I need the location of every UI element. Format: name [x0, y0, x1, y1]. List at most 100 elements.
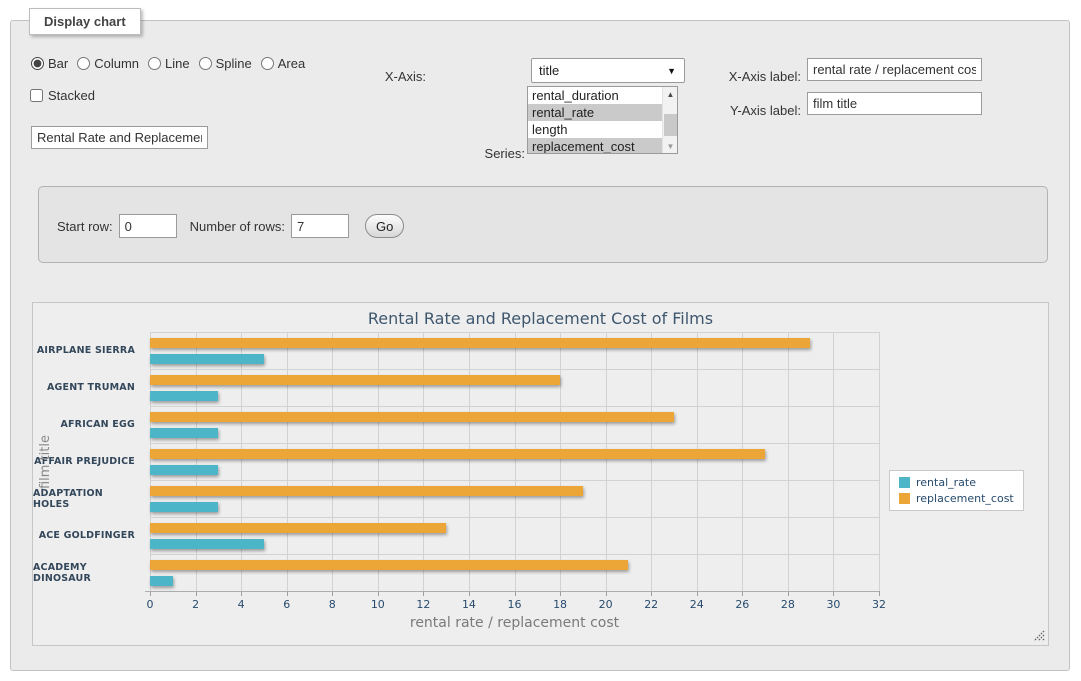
num-rows-label: Number of rows:	[190, 219, 285, 234]
row-range-panel: Start row: Number of rows: Go	[38, 186, 1048, 263]
bar-replacement_cost[interactable]	[150, 375, 560, 385]
x-tick-label: 4	[224, 598, 258, 611]
x-tick-label: 12	[406, 598, 440, 611]
x-tick-label: 24	[680, 598, 714, 611]
chart-title: Rental Rate and Replacement Cost of Film…	[33, 309, 1048, 328]
bar-rental_rate[interactable]	[150, 576, 173, 586]
y-axis-title: film title	[38, 402, 54, 522]
spline-radio-label: Spline	[216, 56, 252, 71]
start-row-label: Start row:	[57, 219, 113, 234]
x-tick-label: 28	[771, 598, 805, 611]
x-axis-select[interactable]: title ▼	[531, 58, 685, 83]
bar-rental_rate[interactable]	[150, 428, 218, 438]
x-grid-line	[287, 332, 288, 591]
chevron-down-icon: ▼	[667, 66, 676, 76]
x-grid-line	[241, 332, 242, 591]
bar-radio[interactable]	[31, 57, 44, 70]
chart-type-option-column[interactable]: Column	[77, 56, 139, 71]
x-grid-line	[879, 332, 880, 591]
x-axis-label-field-label: X-Axis label:	[711, 69, 801, 84]
x-grid-line	[150, 332, 151, 591]
y-grid-line	[150, 406, 879, 407]
scrollbar-thumb[interactable]	[664, 114, 677, 136]
legend-item-rental_rate[interactable]: rental_rate	[899, 476, 1014, 489]
legend-item-replacement_cost[interactable]: replacement_cost	[899, 492, 1014, 505]
chart-legend[interactable]: rental_rate replacement_cost	[889, 470, 1024, 511]
area-radio[interactable]	[261, 57, 274, 70]
bar-replacement_cost[interactable]	[150, 412, 674, 422]
series-option[interactable]: replacement_cost	[528, 138, 662, 153]
series-option[interactable]: rental_duration	[528, 87, 662, 104]
x-grid-line	[469, 332, 470, 591]
x-grid-line	[788, 332, 789, 591]
x-grid-line	[697, 332, 698, 591]
stacked-checkbox[interactable]	[30, 89, 43, 102]
x-grid-line	[560, 332, 561, 591]
chart-type-option-bar[interactable]: Bar	[31, 56, 68, 71]
x-tick-label: 18	[543, 598, 577, 611]
category-label: AGENT TRUMAN	[33, 369, 144, 406]
page: Display chart Bar Column Line Spline Are…	[0, 0, 1081, 681]
bar-replacement_cost[interactable]	[150, 560, 628, 570]
x-axis-label-input[interactable]	[807, 58, 982, 81]
bar-replacement_cost[interactable]	[150, 486, 583, 496]
line-radio[interactable]	[148, 57, 161, 70]
chart-type-radio-group: Bar Column Line Spline Area	[31, 56, 305, 71]
x-grid-line	[515, 332, 516, 591]
chart-title-input[interactable]	[31, 126, 208, 149]
y-grid-line	[150, 369, 879, 370]
spline-radio[interactable]	[199, 57, 212, 70]
x-tick-label: 0	[133, 598, 167, 611]
display-chart-panel: Display chart Bar Column Line Spline Are…	[10, 20, 1070, 671]
chart-type-option-line[interactable]: Line	[148, 56, 190, 71]
chart-container: Rental Rate and Replacement Cost of Film…	[32, 302, 1049, 646]
bar-rental_rate[interactable]	[150, 465, 218, 475]
bar-replacement_cost[interactable]	[150, 523, 446, 533]
y-axis-label-field-label: Y-Axis label:	[711, 103, 801, 118]
line-radio-label: Line	[165, 56, 190, 71]
x-grid-line	[606, 332, 607, 591]
x-tick-label: 2	[179, 598, 213, 611]
x-tick-label: 26	[725, 598, 759, 611]
category-label: ACADEMY DINOSAUR	[33, 554, 144, 591]
x-tick-label: 20	[589, 598, 623, 611]
legend-label: replacement_cost	[916, 492, 1014, 505]
chart-type-option-spline[interactable]: Spline	[199, 56, 252, 71]
bar-replacement_cost[interactable]	[150, 338, 810, 348]
x-tick-mark	[879, 591, 880, 596]
x-tick-label: 8	[315, 598, 349, 611]
scroll-down-icon[interactable]: ▼	[663, 139, 678, 153]
start-row-input[interactable]	[119, 214, 177, 238]
column-radio[interactable]	[77, 57, 90, 70]
x-tick-label: 10	[361, 598, 395, 611]
go-button[interactable]: Go	[365, 214, 404, 238]
listbox-scrollbar[interactable]: ▲ ▼	[662, 87, 677, 153]
resize-handle-icon[interactable]	[1033, 630, 1045, 642]
num-rows-input[interactable]	[291, 214, 349, 238]
column-radio-label: Column	[94, 56, 139, 71]
bar-rental_rate[interactable]	[150, 502, 218, 512]
bar-replacement_cost[interactable]	[150, 449, 765, 459]
scroll-up-icon[interactable]: ▲	[663, 87, 678, 101]
panel-title: Display chart	[29, 8, 141, 35]
x-tick-label: 32	[862, 598, 896, 611]
chart-type-option-area[interactable]: Area	[261, 56, 305, 71]
series-option[interactable]: length	[528, 121, 662, 138]
bar-rental_rate[interactable]	[150, 539, 264, 549]
x-axis-select-value: title	[539, 63, 559, 78]
x-tick-label: 6	[270, 598, 304, 611]
bar-rental_rate[interactable]	[150, 354, 264, 364]
x-tick-label: 14	[452, 598, 486, 611]
stacked-option[interactable]: Stacked	[30, 88, 95, 103]
category-label: ACE GOLDFINGER	[33, 517, 144, 554]
series-listbox[interactable]: rental_durationrental_ratelengthreplacem…	[527, 86, 678, 154]
x-axis-title: rental rate / replacement cost	[150, 615, 879, 631]
legend-swatch	[899, 493, 910, 504]
y-axis-label-input[interactable]	[807, 92, 982, 115]
series-option[interactable]: rental_rate	[528, 104, 662, 121]
bar-rental_rate[interactable]	[150, 391, 218, 401]
series-select-label: Series:	[421, 146, 525, 161]
y-grid-line	[150, 332, 879, 333]
x-axis-line	[145, 591, 879, 592]
y-grid-line	[150, 554, 879, 555]
